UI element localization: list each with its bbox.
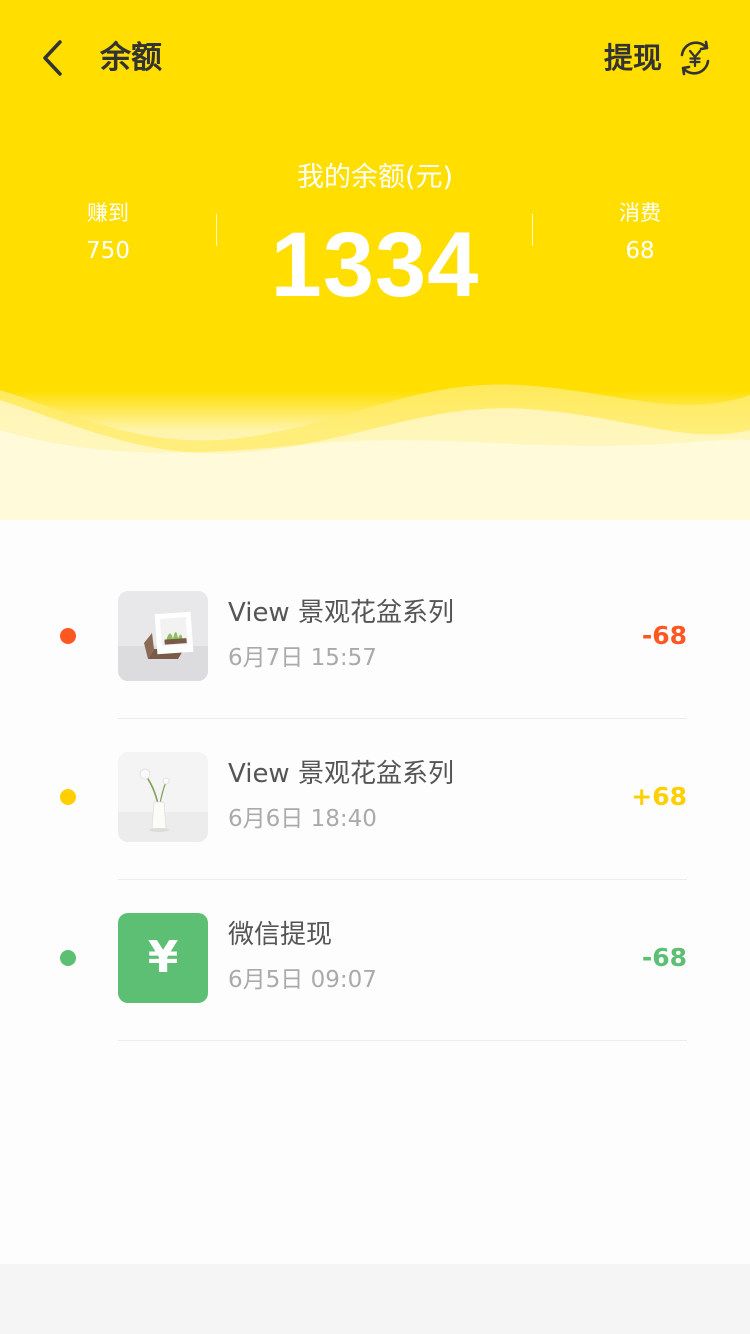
back-button[interactable]: [32, 36, 72, 80]
transaction-row[interactable]: View 景观花盆系列 6月6日 18:40 +68: [0, 751, 750, 911]
transaction-time: 6月7日 15:57: [228, 645, 377, 671]
transaction-title: 微信提现: [228, 920, 333, 950]
transaction-time: 6月5日 09:07: [228, 967, 377, 993]
transaction-amount: -68: [641, 943, 687, 972]
transaction-amount: +68: [631, 782, 687, 811]
transaction-time: 6月6日 18:40: [228, 806, 377, 832]
status-dot: [60, 789, 76, 805]
stat-divider-right: [532, 214, 533, 246]
yuan-exchange-icon: [680, 40, 710, 76]
yuan-icon[interactable]: ¥: [118, 913, 208, 1003]
status-dot: [60, 628, 76, 644]
yuan-symbol: ¥: [147, 932, 179, 983]
row-divider: [118, 879, 687, 880]
transaction-amount: -68: [641, 621, 687, 650]
page-title: 余额: [100, 40, 162, 76]
spent-label: 消费: [619, 201, 661, 225]
chevron-left-icon: [43, 40, 62, 76]
balance-title: 我的余额(元): [296, 162, 454, 193]
wave-decoration: [0, 384, 750, 520]
balance-header: 余额 提现 赚到 750 我的余额(元) 1334 消费 68: [0, 0, 750, 520]
transaction-row[interactable]: ¥ 微信提现 6月5日 09:07 -68: [0, 912, 750, 1072]
row-divider: [118, 718, 687, 719]
withdraw-button[interactable]: 提现: [604, 36, 714, 80]
flower-vase-photo[interactable]: [118, 752, 208, 842]
status-dot: [60, 950, 76, 966]
transaction-row[interactable]: View 景观花盆系列 6月7日 15:57 -68: [0, 590, 750, 750]
transaction-title: View 景观花盆系列: [228, 759, 454, 789]
transaction-title: View 景观花盆系列: [228, 598, 454, 628]
succulent-frame-photo[interactable]: [118, 591, 208, 681]
spent-value: 68: [625, 238, 655, 264]
spent-stat: 消费 68: [570, 198, 710, 266]
bottom-bar: [0, 1264, 750, 1334]
withdraw-label: 提现: [603, 41, 662, 75]
row-divider: [118, 1040, 687, 1041]
